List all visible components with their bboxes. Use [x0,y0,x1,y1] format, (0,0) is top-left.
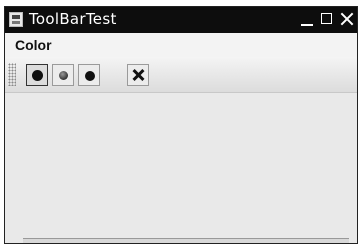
app-icon[interactable] [9,12,23,27]
gray-sphere-button[interactable] [52,64,74,86]
minimize-icon[interactable] [299,11,315,28]
window-title: ToolBarTest [29,10,117,28]
black-circle-icon [32,70,43,81]
exit-button[interactable] [127,64,149,86]
title-bar[interactable]: ToolBarTest [5,7,357,33]
menu-color[interactable]: Color [15,37,52,53]
menu-bar: Color [5,33,357,57]
toolbar [5,57,357,93]
toolbar-drag-handle[interactable] [8,63,16,86]
black-dot-button[interactable] [78,64,100,86]
application-window: ToolBarTest Color [4,6,358,244]
close-icon[interactable] [339,11,355,28]
gray-sphere-icon [59,71,68,80]
black-dot-icon [85,71,95,81]
maximize-icon[interactable] [319,11,335,28]
content-panel [5,93,357,243]
bottom-edge [23,238,349,243]
black-circle-button[interactable] [26,64,48,86]
